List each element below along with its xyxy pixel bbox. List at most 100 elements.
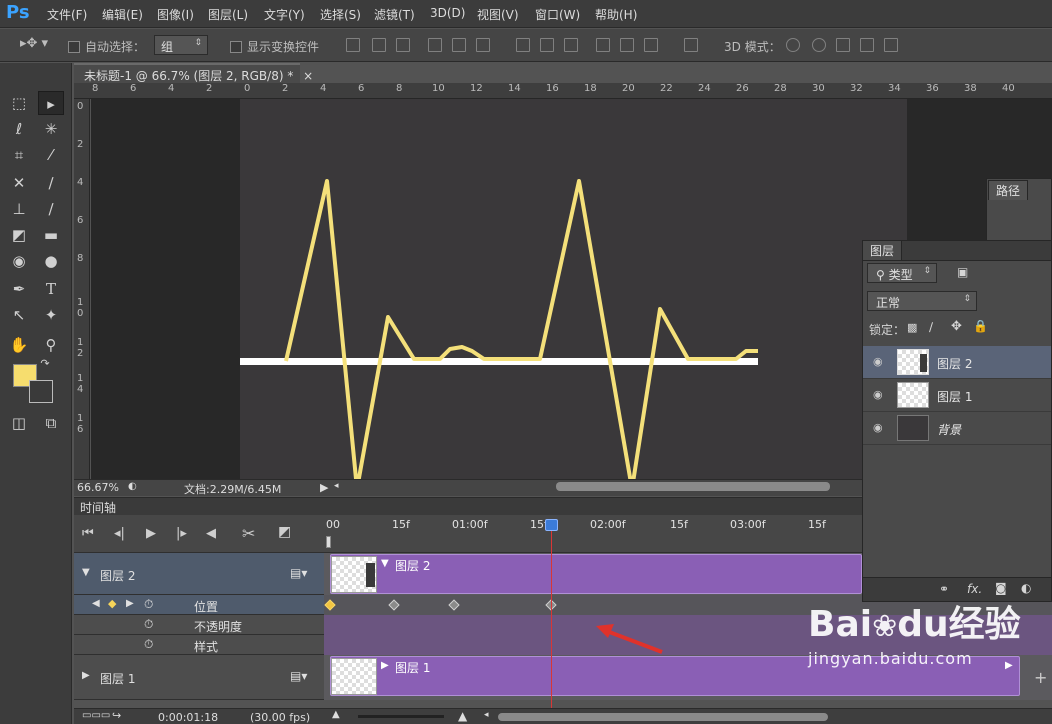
- magic-wand-icon[interactable]: ✳: [38, 117, 64, 141]
- lock-transparent-icon[interactable]: ▩: [907, 321, 917, 334]
- render-icon[interactable]: ↪: [112, 709, 121, 722]
- menu-select[interactable]: 选择(S): [320, 6, 361, 23]
- collapse-triangle-icon[interactable]: ▼: [82, 567, 90, 578]
- align-hcenter-icon[interactable]: [452, 38, 466, 52]
- clip-layer-2[interactable]: ▼ 图层 2: [330, 554, 862, 594]
- drag-3d-icon[interactable]: [836, 38, 850, 52]
- lock-move-icon[interactable]: ✥: [951, 319, 962, 334]
- auto-align-icon[interactable]: [684, 38, 698, 52]
- property-row-position[interactable]: ◀ ◆ ▶ ⏱ 位置: [74, 595, 324, 615]
- stopwatch-icon[interactable]: ⏱: [144, 637, 153, 652]
- align-bottom-icon[interactable]: [396, 38, 410, 52]
- gradient-tool-icon[interactable]: ▬: [38, 223, 64, 247]
- menu-view[interactable]: 视图(V): [477, 6, 519, 23]
- stopwatch-icon[interactable]: ⏱: [144, 617, 153, 632]
- expand-triangle-icon[interactable]: ▶: [82, 670, 90, 681]
- clip-expand-icon[interactable]: ▼: [381, 558, 389, 569]
- film-strip-icon[interactable]: ▤▾: [290, 669, 307, 683]
- scroll-left-icon[interactable]: ◂: [334, 481, 339, 491]
- clip-expand-icon[interactable]: ▶: [381, 660, 389, 671]
- auto-select-dropdown[interactable]: 组 ⇕: [154, 35, 208, 55]
- distribute-vcenter-icon[interactable]: [540, 38, 554, 52]
- distribute-left-icon[interactable]: [596, 38, 610, 52]
- visibility-eye-icon[interactable]: ◉: [873, 355, 883, 368]
- clone-stamp-icon[interactable]: ⊥: [6, 197, 32, 221]
- property-row-style[interactable]: ⏱ 样式: [74, 635, 324, 655]
- layers-tab[interactable]: 图层: [863, 241, 903, 260]
- pen-tool-icon[interactable]: ✒: [6, 277, 32, 301]
- add-media-icon[interactable]: +: [1034, 668, 1047, 687]
- document-canvas[interactable]: [240, 99, 907, 479]
- rotate-3d-icon[interactable]: [786, 38, 800, 52]
- eraser-icon[interactable]: ◩: [6, 223, 32, 247]
- history-brush-icon[interactable]: ∕: [38, 197, 64, 221]
- play-icon[interactable]: ▶: [146, 526, 156, 541]
- align-right-icon[interactable]: [476, 38, 490, 52]
- mask-icon[interactable]: ◙: [995, 581, 1007, 595]
- transition-icon[interactable]: ◩: [278, 524, 291, 540]
- align-left-icon[interactable]: [428, 38, 442, 52]
- timeline-layer-row-1[interactable]: ▶ 图层 1 ▤▾: [74, 655, 324, 700]
- dodge-tool-icon[interactable]: ●: [38, 249, 64, 273]
- screen-mode-icon[interactable]: ⧉: [38, 411, 64, 435]
- film-strip-icon[interactable]: ▤▾: [290, 566, 307, 580]
- brush-tool-icon[interactable]: ∕: [38, 171, 64, 195]
- playhead-handle[interactable]: [545, 519, 558, 531]
- split-scissors-icon[interactable]: ✂: [242, 524, 255, 543]
- menu-filter[interactable]: 滤镜(T): [374, 6, 415, 23]
- layer-row-layer2[interactable]: ◉ 图层 2: [863, 346, 1051, 379]
- horizontal-scrollbar[interactable]: [556, 482, 830, 491]
- move-tool-icon[interactable]: ▸: [38, 91, 64, 115]
- layer-row-background[interactable]: ◉ 背景: [863, 412, 1051, 445]
- lock-brush-icon[interactable]: ∕: [929, 320, 933, 334]
- timeline-tab[interactable]: 时间轴: [80, 499, 116, 516]
- menu-file[interactable]: 文件(F): [47, 6, 87, 23]
- lock-all-icon[interactable]: 🔒: [973, 319, 988, 333]
- fx-icon[interactable]: fx.: [967, 582, 982, 596]
- distribute-right-icon[interactable]: [644, 38, 658, 52]
- layer-filter-dropdown[interactable]: ⚲ 类型 ⇕: [867, 263, 937, 283]
- zoom-out-icon[interactable]: ▲: [332, 709, 340, 720]
- menu-type[interactable]: 文字(Y): [264, 6, 305, 23]
- roll-3d-icon[interactable]: [812, 38, 826, 52]
- distribute-top-icon[interactable]: [516, 38, 530, 52]
- move-tool-preset-icon[interactable]: ▸✥ ▾: [20, 36, 48, 51]
- add-keyframe-icon[interactable]: ◆: [108, 597, 116, 610]
- visibility-eye-icon[interactable]: ◉: [873, 421, 883, 434]
- layer-row-layer1[interactable]: ◉ 图层 1: [863, 379, 1051, 412]
- path-select-icon[interactable]: ↖: [6, 303, 32, 327]
- lasso-tool-icon[interactable]: ℓ: [6, 117, 32, 141]
- auto-select-checkbox[interactable]: 自动选择：: [68, 38, 145, 55]
- visibility-eye-icon[interactable]: ◉: [873, 388, 883, 401]
- distribute-bottom-icon[interactable]: [564, 38, 578, 52]
- timeline-scrollbar[interactable]: [498, 713, 828, 721]
- swap-colors-icon[interactable]: ↷: [38, 357, 52, 371]
- distribute-hcenter-icon[interactable]: [620, 38, 634, 52]
- menu-window[interactable]: 窗口(W): [535, 6, 580, 23]
- healing-brush-icon[interactable]: ✕: [6, 171, 32, 195]
- crop-tool-icon[interactable]: ⌗: [6, 143, 32, 167]
- menu-image[interactable]: 图像(I): [157, 6, 194, 23]
- background-color-swatch[interactable]: [29, 380, 53, 403]
- slide-3d-icon[interactable]: [860, 38, 874, 52]
- convert-frames-icon[interactable]: ▭▭▭: [82, 710, 110, 721]
- blend-mode-dropdown[interactable]: 正常 ⇕: [867, 291, 977, 311]
- align-vcenter-icon[interactable]: [372, 38, 386, 52]
- timeline-layer-row-2[interactable]: ▼ 图层 2 ▤▾: [74, 553, 324, 595]
- next-frame-icon[interactable]: |▸: [176, 526, 187, 541]
- prev-keyframe-icon[interactable]: ◀: [92, 598, 100, 609]
- stopwatch-icon[interactable]: ⏱: [144, 597, 153, 612]
- marquee-tool-icon[interactable]: ⬚: [6, 91, 32, 115]
- scroll-left-icon[interactable]: ◂: [484, 710, 489, 720]
- hand-tool-icon[interactable]: ✋: [6, 333, 32, 357]
- adjustment-icon[interactable]: ◐: [1021, 581, 1031, 595]
- close-tab-icon[interactable]: ×: [303, 69, 313, 83]
- blur-tool-icon[interactable]: ◉: [6, 249, 32, 273]
- prev-frame-icon[interactable]: ◂|: [114, 526, 125, 541]
- quick-mask-icon[interactable]: ◫: [6, 411, 32, 435]
- property-row-opacity[interactable]: ⏱ 不透明度: [74, 615, 324, 635]
- zoom-slider[interactable]: [358, 715, 444, 718]
- scale-3d-icon[interactable]: [884, 38, 898, 52]
- first-frame-icon[interactable]: ⏮: [82, 526, 94, 541]
- status-menu-arrow-icon[interactable]: ▶: [320, 481, 328, 494]
